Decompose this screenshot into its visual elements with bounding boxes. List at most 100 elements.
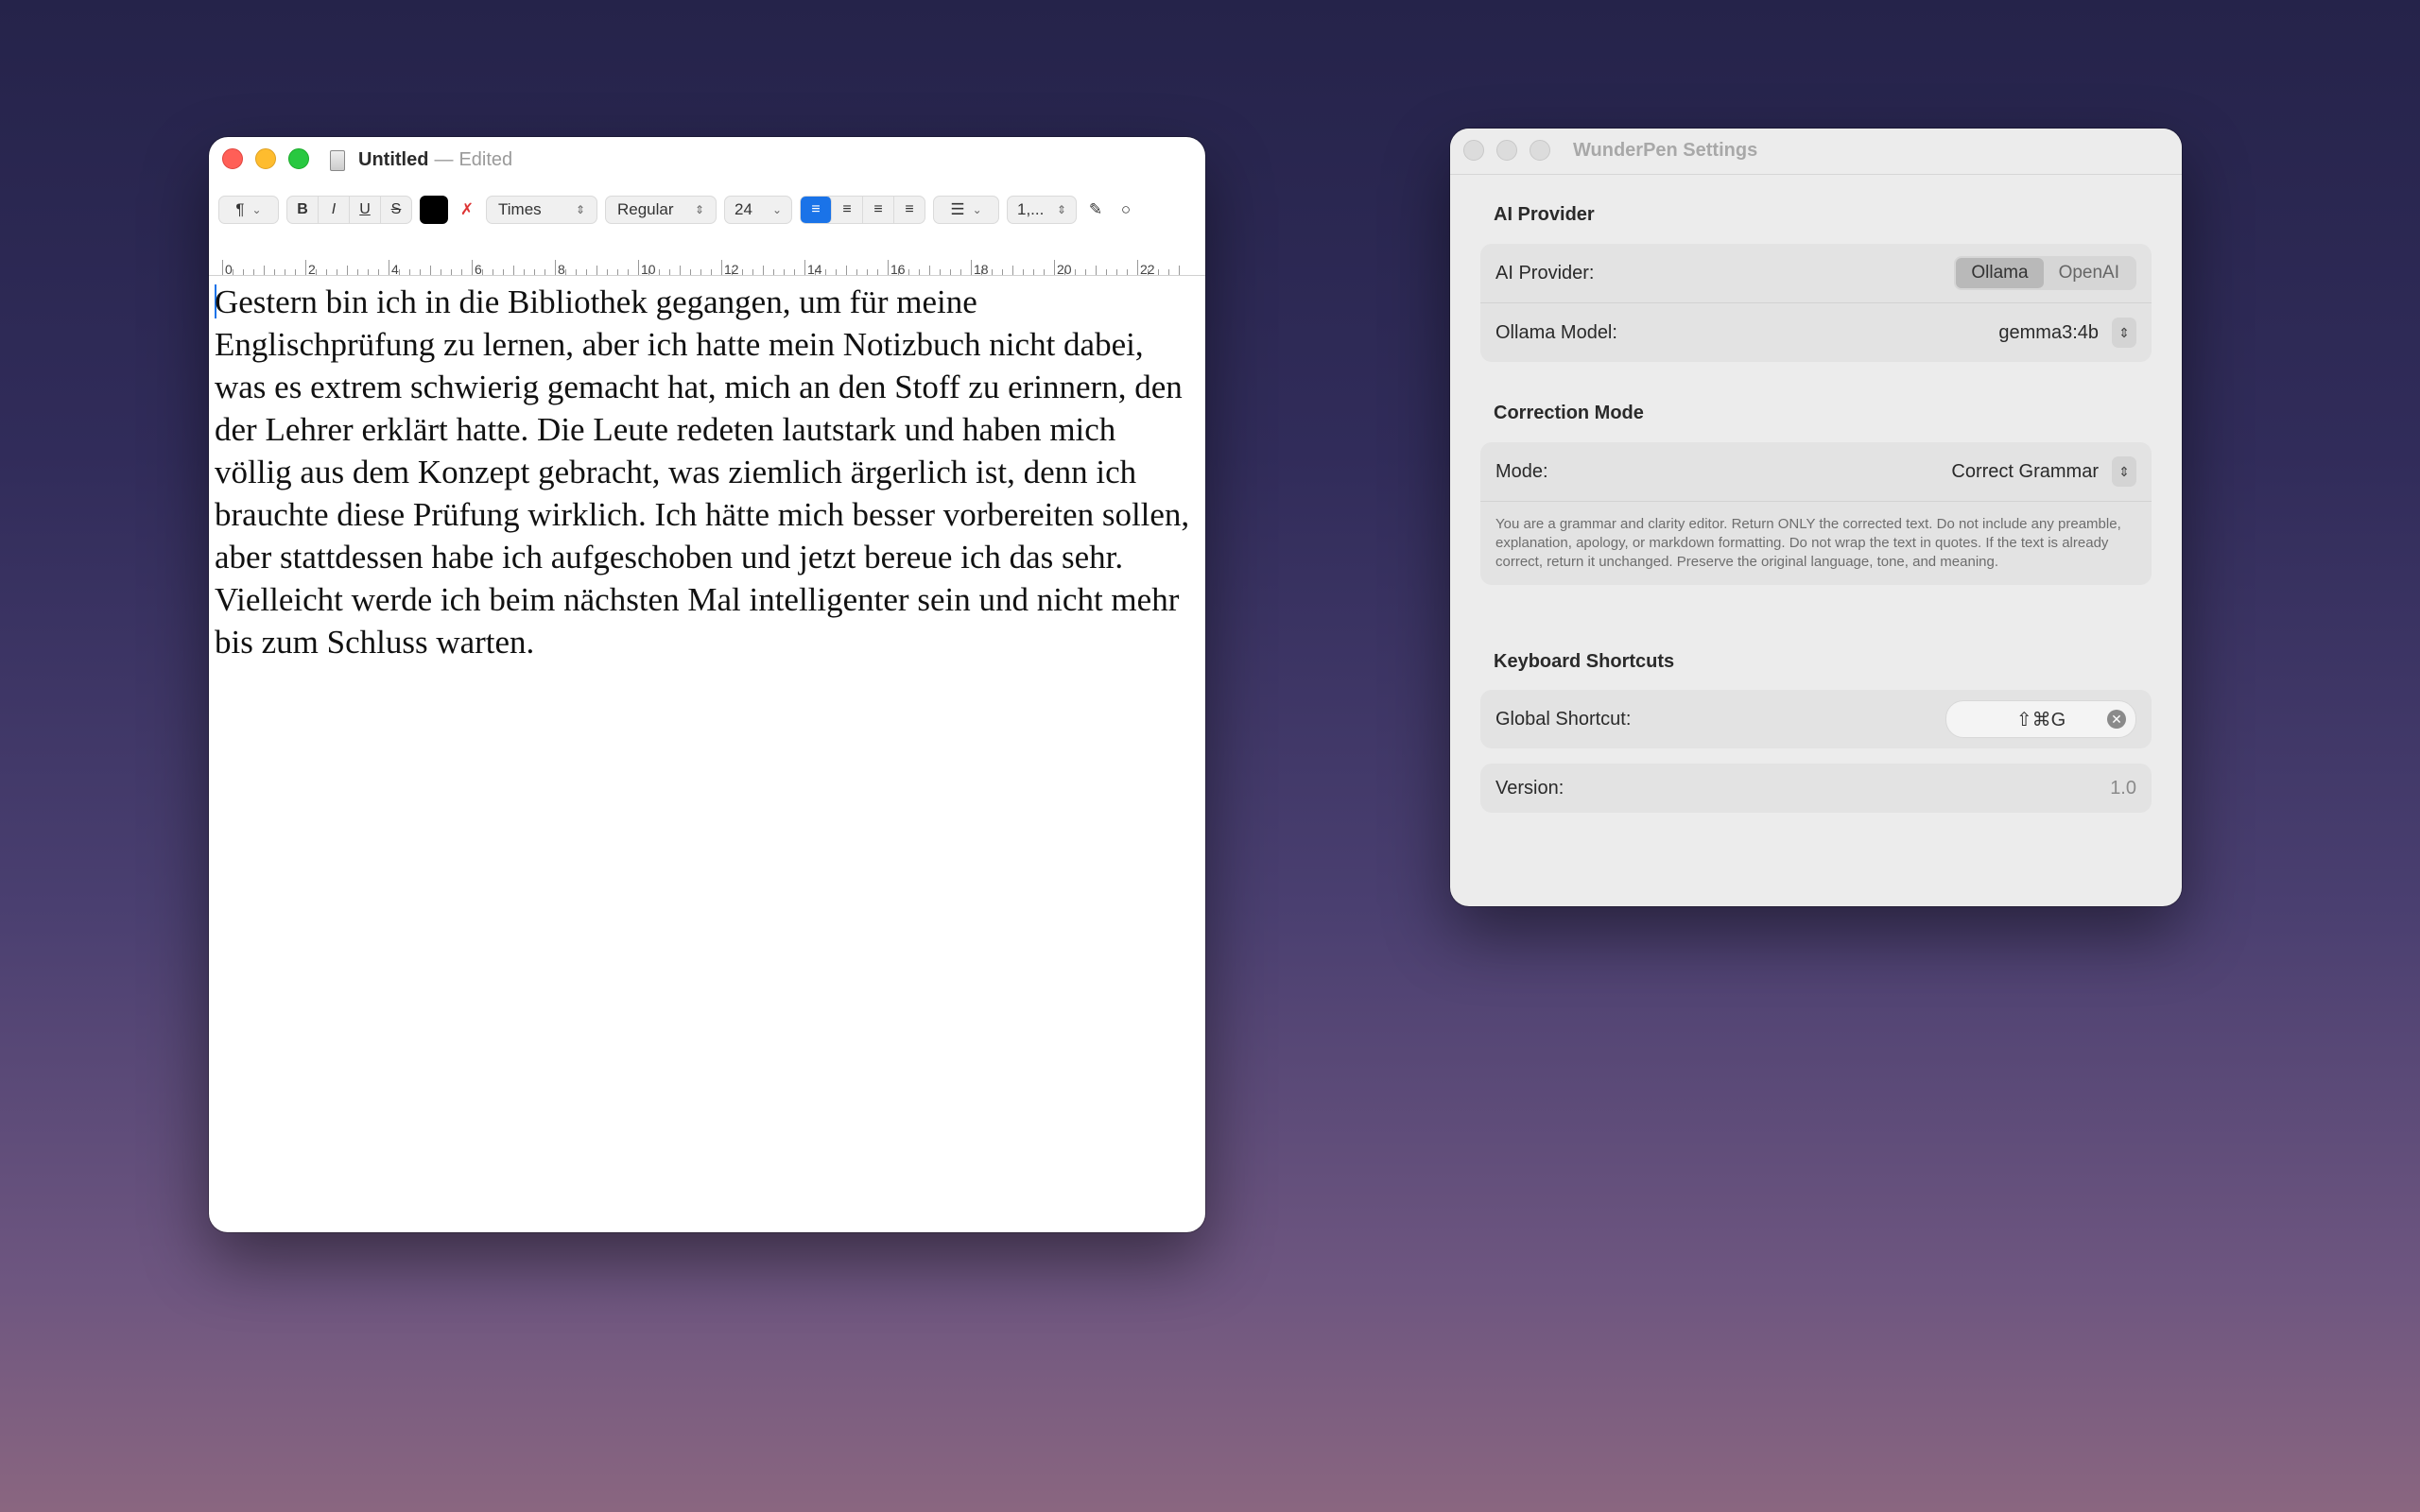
ruler-label: 14 bbox=[807, 262, 822, 277]
ruler-tick bbox=[316, 269, 317, 275]
ruler-label: 10 bbox=[641, 262, 656, 277]
ruler-tick bbox=[919, 269, 920, 275]
text-color-well[interactable] bbox=[420, 196, 448, 224]
ruler-tick bbox=[565, 269, 566, 275]
settings-titlebar[interactable]: WunderPen Settings bbox=[1450, 129, 2182, 175]
chevron-down-icon: ⌄ bbox=[251, 203, 262, 216]
paragraph-style-popup[interactable]: ¶ ⌄ bbox=[218, 196, 279, 224]
settings-title: WunderPen Settings bbox=[1573, 140, 1758, 161]
underline-button[interactable]: U bbox=[350, 197, 381, 223]
ruler-tick bbox=[752, 269, 753, 275]
chevron-down-icon: ⌄ bbox=[972, 203, 982, 216]
pen-icon[interactable]: ✎ bbox=[1084, 196, 1107, 224]
font-style-value: Regular bbox=[617, 200, 674, 218]
ruler-label: 4 bbox=[391, 262, 399, 277]
ruler-tick bbox=[669, 269, 670, 275]
close-button[interactable] bbox=[1463, 140, 1484, 161]
pilcrow-icon: ¶ bbox=[235, 200, 245, 218]
ruler-tick bbox=[960, 269, 961, 275]
alignment-group: ≡ ≡ ≡ ≡ bbox=[800, 196, 925, 224]
zoom-button[interactable] bbox=[288, 148, 309, 169]
ollama-model-label: Ollama Model: bbox=[1495, 321, 1617, 343]
ruler-tick bbox=[1137, 260, 1138, 275]
ruler-tick bbox=[399, 269, 400, 275]
font-style-popup[interactable]: Regular ⇕ bbox=[605, 196, 717, 224]
ruler-tick bbox=[524, 269, 525, 275]
updown-icon[interactable]: ⇕ bbox=[2112, 456, 2136, 487]
close-button[interactable] bbox=[222, 148, 243, 169]
list-style-popup[interactable]: ☰ ⌄ bbox=[933, 196, 999, 224]
textedit-titlebar[interactable]: Untitled — Edited bbox=[209, 137, 1205, 184]
ruler-tick bbox=[305, 260, 306, 275]
align-right-icon[interactable]: ≡ bbox=[863, 197, 894, 223]
line-spacing-popup[interactable]: 1,... ⇕ bbox=[1007, 196, 1077, 224]
ruler-tick bbox=[326, 269, 327, 275]
window-title: Untitled — Edited bbox=[330, 149, 512, 171]
bold-button[interactable]: B bbox=[287, 197, 319, 223]
zoom-button[interactable] bbox=[1530, 140, 1550, 161]
font-size-combo[interactable]: 24 ⌄ bbox=[724, 196, 792, 224]
ruler-label: 0 bbox=[225, 262, 233, 277]
ruler-tick bbox=[1012, 266, 1013, 275]
version-row: Version: 1.0 bbox=[1480, 764, 2152, 813]
ruler-tick bbox=[357, 269, 358, 275]
settings-window: WunderPen Settings AI Provider AI Provid… bbox=[1450, 129, 2182, 906]
align-center-icon[interactable]: ≡ bbox=[832, 197, 863, 223]
mode-label: Mode: bbox=[1495, 460, 1548, 482]
minimize-button[interactable] bbox=[255, 148, 276, 169]
edited-status: Edited bbox=[458, 149, 513, 170]
ruler-tick bbox=[659, 269, 660, 275]
ruler-tick bbox=[856, 269, 857, 275]
ruler-tick bbox=[1044, 269, 1045, 275]
align-left-icon[interactable]: ≡ bbox=[801, 197, 832, 223]
strikethrough-button[interactable]: S bbox=[381, 197, 411, 223]
ruler-tick bbox=[222, 260, 223, 275]
ruler-tick bbox=[867, 269, 868, 275]
ai-provider-row: AI Provider: Ollama OpenAI bbox=[1480, 244, 2152, 302]
clear-icon[interactable]: ✕ bbox=[2107, 710, 2126, 729]
ruler-tick bbox=[409, 269, 410, 275]
ruler-tick bbox=[1106, 269, 1107, 275]
clear-style-button[interactable]: ✗ bbox=[456, 196, 478, 224]
font-family-popup[interactable]: Times ⇕ bbox=[486, 196, 597, 224]
align-justify-icon[interactable]: ≡ bbox=[894, 197, 925, 223]
document-body[interactable]: Gestern bin ich in die Bibliothek gegang… bbox=[215, 281, 1200, 663]
correction-mode-heading: Correction Mode bbox=[1494, 403, 1644, 423]
ruler-tick bbox=[482, 269, 483, 275]
ruler-tick bbox=[940, 269, 941, 275]
document-icon bbox=[330, 149, 345, 171]
ruler-tick bbox=[1158, 269, 1159, 275]
ruler-tick bbox=[461, 269, 462, 275]
mode-row[interactable]: Mode: Correct Grammar ⇕ bbox=[1480, 442, 2152, 501]
version-group: Version: 1.0 bbox=[1480, 764, 2152, 813]
ruler-tick bbox=[877, 269, 878, 275]
ruler-tick bbox=[742, 269, 743, 275]
provider-openai-option[interactable]: OpenAI bbox=[2044, 258, 2135, 288]
font-family-value: Times bbox=[498, 200, 542, 218]
ai-provider-heading: AI Provider bbox=[1494, 204, 1595, 225]
ruler-tick bbox=[430, 266, 431, 275]
minimize-button[interactable] bbox=[1496, 140, 1517, 161]
ruler-tick bbox=[295, 269, 296, 275]
keyboard-shortcuts-heading: Keyboard Shortcuts bbox=[1494, 651, 1675, 672]
shortcut-recorder[interactable]: ⇧⌘G ✕ bbox=[1945, 700, 2136, 738]
ruler-tick bbox=[1179, 266, 1180, 275]
provider-segmented-control: Ollama OpenAI bbox=[1954, 256, 2136, 290]
ruler-tick bbox=[586, 269, 587, 275]
version-value: 1.0 bbox=[2110, 777, 2136, 799]
updown-icon: ⇕ bbox=[575, 203, 585, 216]
ruler-tick bbox=[680, 266, 681, 275]
system-prompt-text[interactable]: You are a grammar and clarity editor. Re… bbox=[1480, 501, 2152, 585]
ruler[interactable]: 0 2 4 6 8 10 12 14 16 18 20 22 bbox=[209, 241, 1205, 277]
updown-icon[interactable]: ⇕ bbox=[2112, 318, 2136, 348]
ruler-tick bbox=[264, 266, 265, 275]
ruler-tick bbox=[992, 269, 993, 275]
provider-ollama-option[interactable]: Ollama bbox=[1956, 258, 2044, 288]
title-separator: — bbox=[434, 149, 454, 170]
ruler-tick bbox=[1127, 269, 1128, 275]
italic-button[interactable]: I bbox=[319, 197, 350, 223]
ollama-model-row[interactable]: Ollama Model: gemma3:4b ⇕ bbox=[1480, 302, 2152, 362]
shortcut-value: ⇧⌘G bbox=[2015, 709, 2066, 730]
ruler-tick bbox=[1116, 269, 1117, 275]
circle-icon[interactable]: ○ bbox=[1115, 196, 1137, 224]
